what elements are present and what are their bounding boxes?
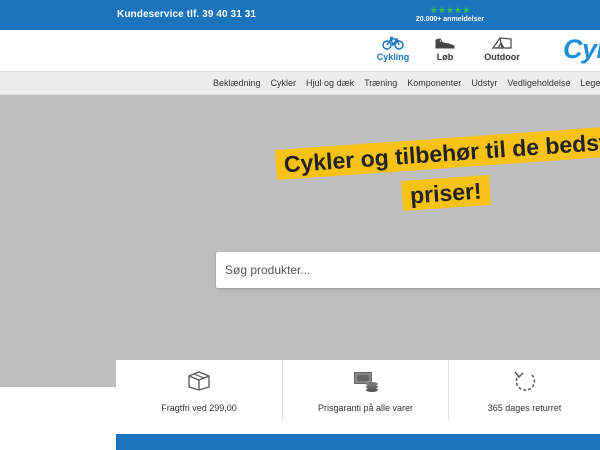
hero-headline: Cykler og tilbehør til de bedst priser! xyxy=(275,126,600,212)
running-shoe-icon xyxy=(435,38,455,49)
header: Cykling Løb Outdoor Cyk xyxy=(0,30,600,71)
usp-price-guarantee: Prisgaranti på alle varer xyxy=(283,360,449,420)
nav-item-beklaedning[interactable]: Beklædning xyxy=(213,72,261,94)
category-label-cycling: Cykling xyxy=(376,52,410,62)
search-input[interactable] xyxy=(216,252,600,288)
nav-item-vedligeholdelse[interactable]: Vedligeholdelse xyxy=(507,72,570,94)
hero-headline-line2: priser! xyxy=(401,174,491,212)
category-outdoor[interactable]: Outdoor xyxy=(472,36,532,62)
nav-item-komponenter[interactable]: Komponenter xyxy=(407,72,461,94)
customer-service-phone[interactable]: Kundeservice tlf. 39 40 31 31 xyxy=(117,9,256,20)
content-strip xyxy=(116,434,600,450)
bicycle-icon xyxy=(382,36,404,50)
nav-item-udstyr[interactable]: Udstyr xyxy=(471,72,497,94)
nav-item-lege[interactable]: Lege xyxy=(580,72,600,94)
usp-label-price: Prisgaranti på alle varer xyxy=(317,403,414,413)
box-icon xyxy=(188,371,210,391)
usp-label-return: 365 dages returret xyxy=(487,403,562,413)
category-label-running: Løb xyxy=(436,52,454,62)
tent-icon xyxy=(491,37,512,49)
page: Kundeservice tlf. 39 40 31 31 ★★★★★ 20.0… xyxy=(0,0,600,450)
nav-item-cykler[interactable]: Cykler xyxy=(271,72,297,94)
return-arrow-icon xyxy=(513,371,535,391)
category-running[interactable]: Løb xyxy=(415,36,475,62)
nav-item-traening[interactable]: Træning xyxy=(364,72,397,94)
category-cycling[interactable]: Cykling xyxy=(363,36,423,62)
site-logo[interactable]: Cyk xyxy=(563,34,600,65)
usp-bar: Fragtfri ved 299,00 Prisgaranti på alle … xyxy=(116,360,600,420)
top-bar: Kundeservice tlf. 39 40 31 31 ★★★★★ 20.0… xyxy=(0,0,600,30)
star-rating-icon: ★★★★★ xyxy=(429,5,471,15)
category-label-outdoor: Outdoor xyxy=(484,52,520,62)
main-navigation: Beklædning Cykler Hjul og dæk Træning Ko… xyxy=(0,71,600,95)
search-box xyxy=(216,252,600,288)
review-count: 20.000+ anmeldelser xyxy=(415,16,485,23)
usp-return-policy: 365 dages returret xyxy=(449,360,600,420)
review-rating[interactable]: ★★★★★ 20.000+ anmeldelser xyxy=(410,5,490,24)
usp-free-shipping: Fragtfri ved 299,00 xyxy=(116,360,283,420)
usp-label-shipping: Fragtfri ved 299,00 xyxy=(161,403,237,413)
nav-item-hjul-og-daek[interactable]: Hjul og dæk xyxy=(306,72,354,94)
money-icon xyxy=(353,372,378,392)
